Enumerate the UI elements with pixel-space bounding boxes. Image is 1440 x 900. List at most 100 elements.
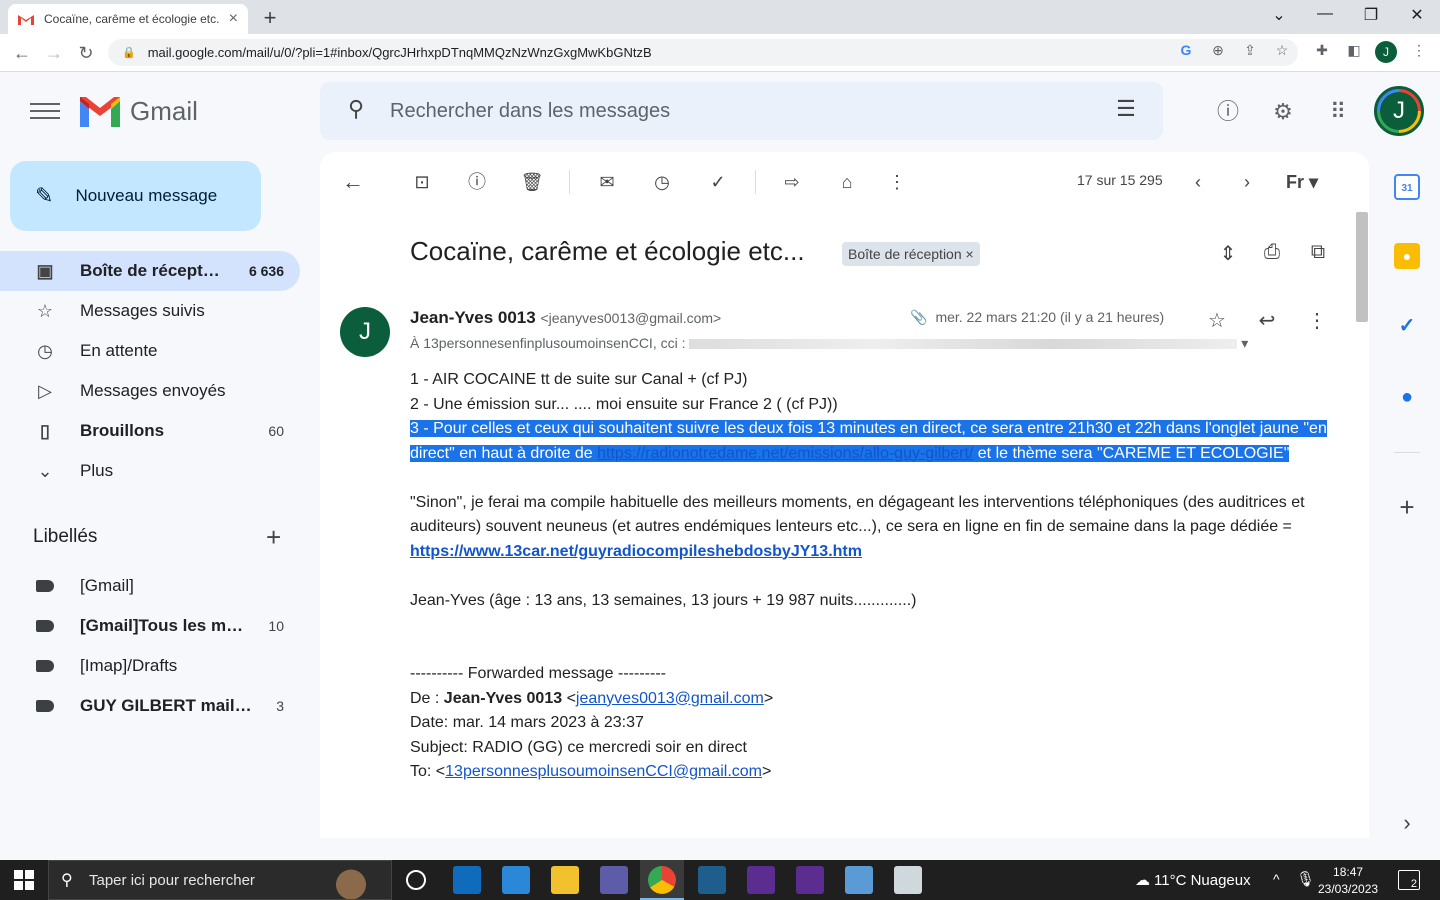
bookmark-star-icon[interactable]: ☆ <box>1271 42 1293 59</box>
task-view-icon[interactable] <box>406 870 426 890</box>
compose-button[interactable]: ✎ Nouveau message <box>10 161 261 231</box>
from-email-link[interactable]: jeanyves0013@gmail.com <box>576 690 764 707</box>
notepad-icon[interactable] <box>894 866 922 894</box>
notification-center-icon[interactable]: 2 <box>1398 870 1420 890</box>
back-icon[interactable]: ← <box>10 41 34 65</box>
browser-tab[interactable]: Cocaïne, carême et écologie etc. × <box>8 4 248 34</box>
side-panel-icon[interactable]: ◧ <box>1343 42 1365 59</box>
app-icon[interactable] <box>845 866 873 894</box>
compile-link[interactable]: https://www.13car.net/guyradiocompileshe… <box>410 543 862 560</box>
sender-avatar[interactable]: J <box>340 307 390 357</box>
visual-studio-icon[interactable] <box>796 866 824 894</box>
label-item[interactable]: GUY GILBERT mail… 3 <box>0 686 300 726</box>
add-task-icon[interactable]: ✓ <box>705 169 731 195</box>
tray-chevron-icon[interactable]: ^ <box>1273 871 1280 887</box>
reply-icon[interactable]: ↩ <box>1253 308 1281 333</box>
label-item[interactable]: [Gmail] <box>0 566 300 606</box>
sidebar-item-drafts[interactable]: ▯ Brouillons 60 <box>0 411 300 451</box>
apps-grid-icon[interactable]: ⠿ <box>1323 97 1353 127</box>
sidebar-item-sent[interactable]: ▷ Messages envoyés <box>0 371 300 411</box>
more-options-icon[interactable]: ⋮ <box>884 169 910 195</box>
main-menu-icon[interactable] <box>30 98 60 124</box>
taskbar-search[interactable]: ⚲ Taper ici pour rechercher <box>48 860 392 900</box>
account-avatar[interactable]: J <box>1374 86 1424 136</box>
print-icon[interactable]: ⎙ <box>1258 241 1286 264</box>
chrome-profile-avatar[interactable]: J <box>1375 41 1397 63</box>
radio-link[interactable]: https://radionotredame.net/emissions/all… <box>597 445 973 462</box>
calendar-icon[interactable]: 31 <box>1394 174 1420 200</box>
maximize-button[interactable]: ❐ <box>1356 5 1386 25</box>
archive-icon[interactable]: ⊡ <box>409 169 435 195</box>
star-message-icon[interactable]: ☆ <box>1203 308 1231 333</box>
weather-widget[interactable]: ☁ 11°C Nuageux <box>1135 871 1251 889</box>
keep-icon[interactable]: ● <box>1394 243 1420 269</box>
move-to-icon[interactable]: ⇨ <box>779 169 805 195</box>
app-icon[interactable] <box>698 866 726 894</box>
search-icon[interactable]: ⚲ <box>340 96 372 122</box>
extensions-icon[interactable]: ✚ <box>1311 42 1333 59</box>
label-item[interactable]: [Gmail]Tous les m… 10 <box>0 606 300 646</box>
settings-gear-icon[interactable]: ⚙ <box>1268 97 1298 127</box>
reload-icon[interactable]: ↻ <box>74 41 98 65</box>
from-prefix: De : <box>410 689 444 707</box>
clock[interactable]: 18:47 23/03/2023 <box>1318 864 1378 898</box>
back-to-inbox-icon[interactable]: ← <box>340 169 366 195</box>
snooze-icon[interactable]: ◷ <box>649 169 675 195</box>
sidebar-item-inbox[interactable]: ▣ Boîte de récept… 6 636 <box>0 251 300 291</box>
file-explorer-icon[interactable] <box>551 866 579 894</box>
chrome-menu-icon[interactable]: ⋮ <box>1408 42 1430 59</box>
microphone-icon[interactable]: 🎙 <box>1296 870 1315 888</box>
input-tools-button[interactable]: Fr ▾ <box>1280 169 1324 195</box>
delete-icon[interactable]: 🗑 <box>519 169 545 195</box>
help-icon[interactable]: ⓘ <box>1213 97 1243 127</box>
forward-icon[interactable]: → <box>42 41 66 65</box>
minimize-button[interactable]: — <box>1310 5 1340 23</box>
tab-close-icon[interactable]: × <box>229 10 238 28</box>
label-icon[interactable]: ⌂ <box>834 169 860 195</box>
store-app-icon[interactable] <box>502 866 530 894</box>
close-window-button[interactable]: ✕ <box>1402 5 1432 25</box>
newer-icon[interactable]: ‹ <box>1185 169 1211 195</box>
tasks-icon[interactable]: ✓ <box>1394 313 1420 339</box>
search-options-icon[interactable]: ☰ <box>1110 96 1142 122</box>
mail-app-icon[interactable] <box>453 866 481 894</box>
expand-side-panel-icon[interactable]: › <box>1394 810 1420 836</box>
label-item[interactable]: [Imap]/Drafts <box>0 646 300 686</box>
tab-search-icon[interactable]: ⌄ <box>1264 5 1294 25</box>
add-label-icon[interactable]: + <box>266 522 281 553</box>
gmail-logo[interactable]: Gmail <box>80 96 198 127</box>
recipients-line[interactable]: À 13personnesenfinplusoumoinsenCCI, cci … <box>410 335 1260 352</box>
sender-name[interactable]: Jean-Yves 0013 <box>410 308 536 327</box>
zoom-icon[interactable]: ⊕ <box>1207 42 1229 59</box>
address-bar[interactable]: 🔒 mail.google.com/mail/u/0/?pli=1#inbox/… <box>108 39 1298 66</box>
report-spam-icon[interactable]: ⓘ <box>464 169 490 195</box>
sidebar-item-more[interactable]: ⌄ Plus <box>0 451 300 491</box>
get-addons-icon[interactable]: + <box>1394 494 1420 520</box>
sidebar-item-snoozed[interactable]: ◷ En attente <box>0 331 300 371</box>
tab-title: Cocaïne, carême et écologie etc. <box>44 12 220 26</box>
scrollbar-thumb[interactable] <box>1356 212 1368 322</box>
mark-unread-icon[interactable]: ✉ <box>594 169 620 195</box>
app-icon[interactable] <box>600 866 628 894</box>
windows-start-icon[interactable] <box>14 870 34 890</box>
search-input[interactable]: Rechercher dans les messages <box>390 100 670 123</box>
chrome-app-icon[interactable] <box>648 866 676 894</box>
search-bar[interactable]: ⚲ Rechercher dans les messages ☰ <box>320 82 1163 140</box>
contacts-icon[interactable]: ● <box>1394 384 1420 410</box>
open-new-window-icon[interactable]: ⧉ <box>1304 241 1332 264</box>
expand-all-icon[interactable]: ⇕ <box>1214 241 1242 266</box>
message-body: 1 - AIR COCAINE tt de suite sur Canal + … <box>410 368 1330 785</box>
share-icon[interactable]: ⇪ <box>1239 42 1261 59</box>
chip-close-icon[interactable]: × <box>966 246 974 262</box>
sidebar-item-starred[interactable]: ☆ Messages suivis <box>0 291 300 331</box>
message-more-icon[interactable]: ⋮ <box>1303 308 1331 333</box>
inbox-label-chip[interactable]: Boîte de réception × <box>842 242 980 266</box>
signature: Jean-Yves (âge : 13 ans, 13 semaines, 13… <box>410 591 917 609</box>
taskbar-search-input[interactable]: Taper ici pour rechercher <box>89 872 255 889</box>
to-email-link[interactable]: 13personnesplusoumoinsenCCI@gmail.com <box>445 763 762 780</box>
google-translate-icon[interactable]: G <box>1175 42 1197 58</box>
new-tab-button[interactable]: + <box>258 5 282 31</box>
older-icon[interactable]: › <box>1234 169 1260 195</box>
visual-studio-icon[interactable] <box>747 866 775 894</box>
recipients-dropdown-icon[interactable]: ▾ <box>1241 335 1248 351</box>
